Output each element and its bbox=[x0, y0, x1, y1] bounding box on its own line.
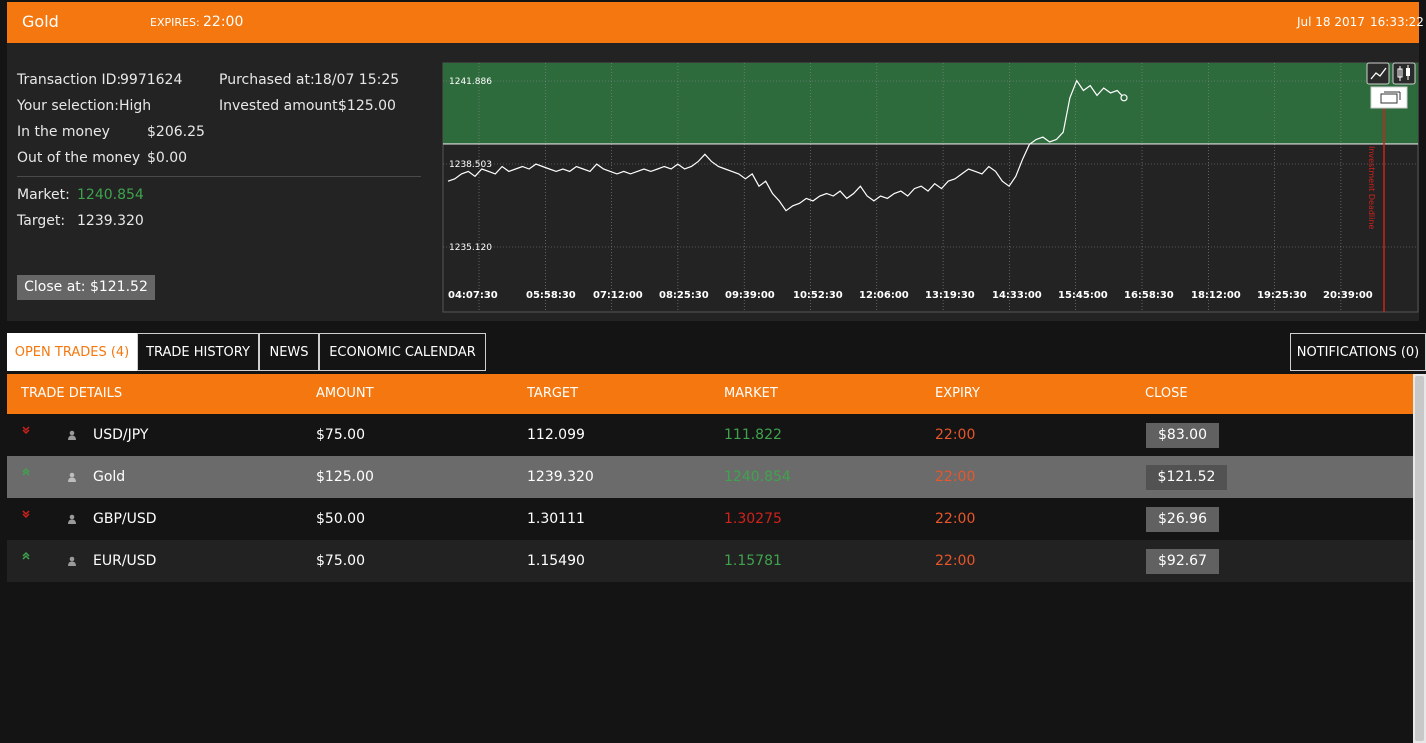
row-expiry: 22:00 bbox=[935, 511, 976, 527]
selection-label: Your selection: bbox=[17, 98, 119, 114]
x-tick-label: 14:33:00 bbox=[992, 290, 1042, 301]
arrow-down-icon bbox=[22, 510, 30, 519]
x-tick-label: 10:52:30 bbox=[793, 290, 843, 301]
header-time: 16:33:22 bbox=[1370, 15, 1424, 29]
y-tick-label: 1238.503 bbox=[449, 160, 492, 170]
line-chart-icon[interactable] bbox=[1366, 62, 1390, 85]
row-target: 1239.320 bbox=[527, 469, 594, 485]
invested-value: $125.00 bbox=[338, 98, 396, 114]
row-expiry: 22:00 bbox=[935, 553, 976, 569]
y-tick-label: 1241.886 bbox=[449, 77, 492, 87]
row-market: 1.30275 bbox=[724, 511, 782, 527]
x-tick-label: 16:58:30 bbox=[1124, 290, 1174, 301]
arrow-down-icon bbox=[22, 426, 30, 435]
row-target: 112.099 bbox=[527, 427, 585, 443]
candlestick-icon[interactable] bbox=[1392, 62, 1416, 85]
table-row[interactable]: EUR/USD $75.00 1.15490 1.15781 22:00 $92… bbox=[7, 540, 1413, 582]
row-expiry: 22:00 bbox=[935, 427, 976, 443]
th-close: CLOSE bbox=[1145, 386, 1188, 401]
selection-value: High bbox=[119, 98, 152, 114]
row-close-button[interactable]: $26.96 bbox=[1146, 507, 1219, 532]
target-value: 1239.320 bbox=[77, 213, 144, 229]
table-row[interactable]: Gold $125.00 1239.320 1240.854 22:00 $12… bbox=[7, 456, 1413, 498]
tab-news[interactable]: NEWS bbox=[259, 333, 319, 371]
market-label: Market: bbox=[17, 187, 70, 203]
row-amount: $125.00 bbox=[316, 469, 374, 485]
x-tick-label: 19:25:30 bbox=[1257, 290, 1307, 301]
tab-economic-calendar[interactable]: ECONOMIC CALENDAR bbox=[319, 333, 486, 371]
y-tick-label: 1235.120 bbox=[449, 243, 492, 253]
th-market: MARKET bbox=[724, 386, 778, 401]
invested-label: Invested amount: bbox=[219, 98, 343, 114]
window-icon[interactable] bbox=[1370, 86, 1408, 109]
transaction-id-label: Transaction ID: bbox=[17, 72, 122, 88]
x-tick-label: 09:39:00 bbox=[725, 290, 775, 301]
row-asset: EUR/USD bbox=[93, 553, 157, 569]
x-tick-label: 15:45:00 bbox=[1058, 290, 1108, 301]
market-value: 1240.854 bbox=[77, 187, 144, 203]
table-row[interactable]: GBP/USD $50.00 1.30111 1.30275 22:00 $26… bbox=[7, 498, 1413, 540]
row-target: 1.30111 bbox=[527, 511, 585, 527]
arrow-up-icon bbox=[22, 467, 30, 476]
deadline-label: Investment Deadline bbox=[1367, 146, 1376, 229]
target-label: Target: bbox=[17, 213, 66, 229]
x-tick-label: 13:19:30 bbox=[925, 290, 975, 301]
out-money-value: $0.00 bbox=[147, 150, 188, 166]
user-icon bbox=[68, 472, 76, 482]
transaction-id-value: 9971624 bbox=[120, 72, 183, 88]
expires-label: EXPIRES: bbox=[150, 16, 200, 29]
tab-trade-history[interactable]: TRADE HISTORY bbox=[137, 333, 259, 371]
row-amount: $75.00 bbox=[316, 427, 365, 443]
row-close-button[interactable]: $121.52 bbox=[1146, 465, 1227, 490]
row-target: 1.15490 bbox=[527, 553, 585, 569]
x-tick-label: 20:39:00 bbox=[1323, 290, 1373, 301]
table-scroll-thumb[interactable] bbox=[1415, 376, 1424, 741]
th-expiry: EXPIRY bbox=[935, 386, 980, 401]
details-divider bbox=[17, 176, 421, 177]
row-asset: USD/JPY bbox=[93, 427, 149, 443]
row-expiry: 22:00 bbox=[935, 469, 976, 485]
user-icon bbox=[68, 556, 76, 566]
row-market: 1240.854 bbox=[724, 469, 791, 485]
asset-title: Gold bbox=[22, 12, 59, 31]
expires-value: 22:00 bbox=[203, 14, 244, 30]
purchased-label: Purchased at: bbox=[219, 72, 315, 88]
header-date: Jul 18 2017 bbox=[1297, 15, 1365, 29]
purchased-value: 18/07 15:25 bbox=[314, 72, 400, 88]
last-price-point bbox=[1120, 94, 1128, 102]
row-amount: $75.00 bbox=[316, 553, 365, 569]
x-tick-label: 12:06:00 bbox=[859, 290, 909, 301]
top-header: Gold EXPIRES: 22:00 Jul 18 2017 16:33:22 bbox=[7, 2, 1424, 43]
th-trade-details: TRADE DETAILS bbox=[21, 386, 123, 401]
close-at-button[interactable]: Close at: $121.52 bbox=[17, 275, 155, 300]
row-close-button[interactable]: $92.67 bbox=[1146, 549, 1219, 574]
x-tick-label: 05:58:30 bbox=[526, 290, 576, 301]
x-tick-label: 07:12:00 bbox=[593, 290, 643, 301]
th-target: TARGET bbox=[527, 386, 579, 401]
tab-open-trades[interactable]: OPEN TRADES (4) bbox=[7, 333, 137, 371]
x-tick-label: 08:25:30 bbox=[659, 290, 709, 301]
row-market: 111.822 bbox=[724, 427, 782, 443]
trades-table-header: TRADE DETAILS AMOUNT TARGET MARKET EXPIR… bbox=[7, 374, 1413, 414]
in-money-label: In the money bbox=[17, 124, 110, 140]
notifications-button[interactable]: NOTIFICATIONS (0) bbox=[1290, 333, 1426, 371]
x-tick-label: 04:07:30 bbox=[448, 290, 498, 301]
x-tick-label: 18:12:00 bbox=[1191, 290, 1241, 301]
th-amount: AMOUNT bbox=[316, 386, 374, 401]
table-row[interactable]: USD/JPY $75.00 112.099 111.822 22:00 $83… bbox=[7, 414, 1413, 456]
user-icon bbox=[68, 514, 76, 524]
row-asset: Gold bbox=[93, 469, 126, 485]
row-close-button[interactable]: $83.00 bbox=[1146, 423, 1219, 448]
row-amount: $50.00 bbox=[316, 511, 365, 527]
user-icon bbox=[68, 430, 76, 440]
in-money-value: $206.25 bbox=[147, 124, 205, 140]
out-money-label: Out of the money bbox=[17, 150, 141, 166]
chart-in-money-zone bbox=[443, 63, 1418, 144]
row-market: 1.15781 bbox=[724, 553, 782, 569]
price-chart: 1241.886 1238.503 1235.120 04:07:30 05:58:3… bbox=[441, 62, 1420, 314]
price-chart-svg: 1241.886 1238.503 1235.120 04:07:30 05:58:3… bbox=[442, 62, 1419, 313]
arrow-up-icon bbox=[22, 551, 30, 560]
row-asset: GBP/USD bbox=[93, 511, 157, 527]
